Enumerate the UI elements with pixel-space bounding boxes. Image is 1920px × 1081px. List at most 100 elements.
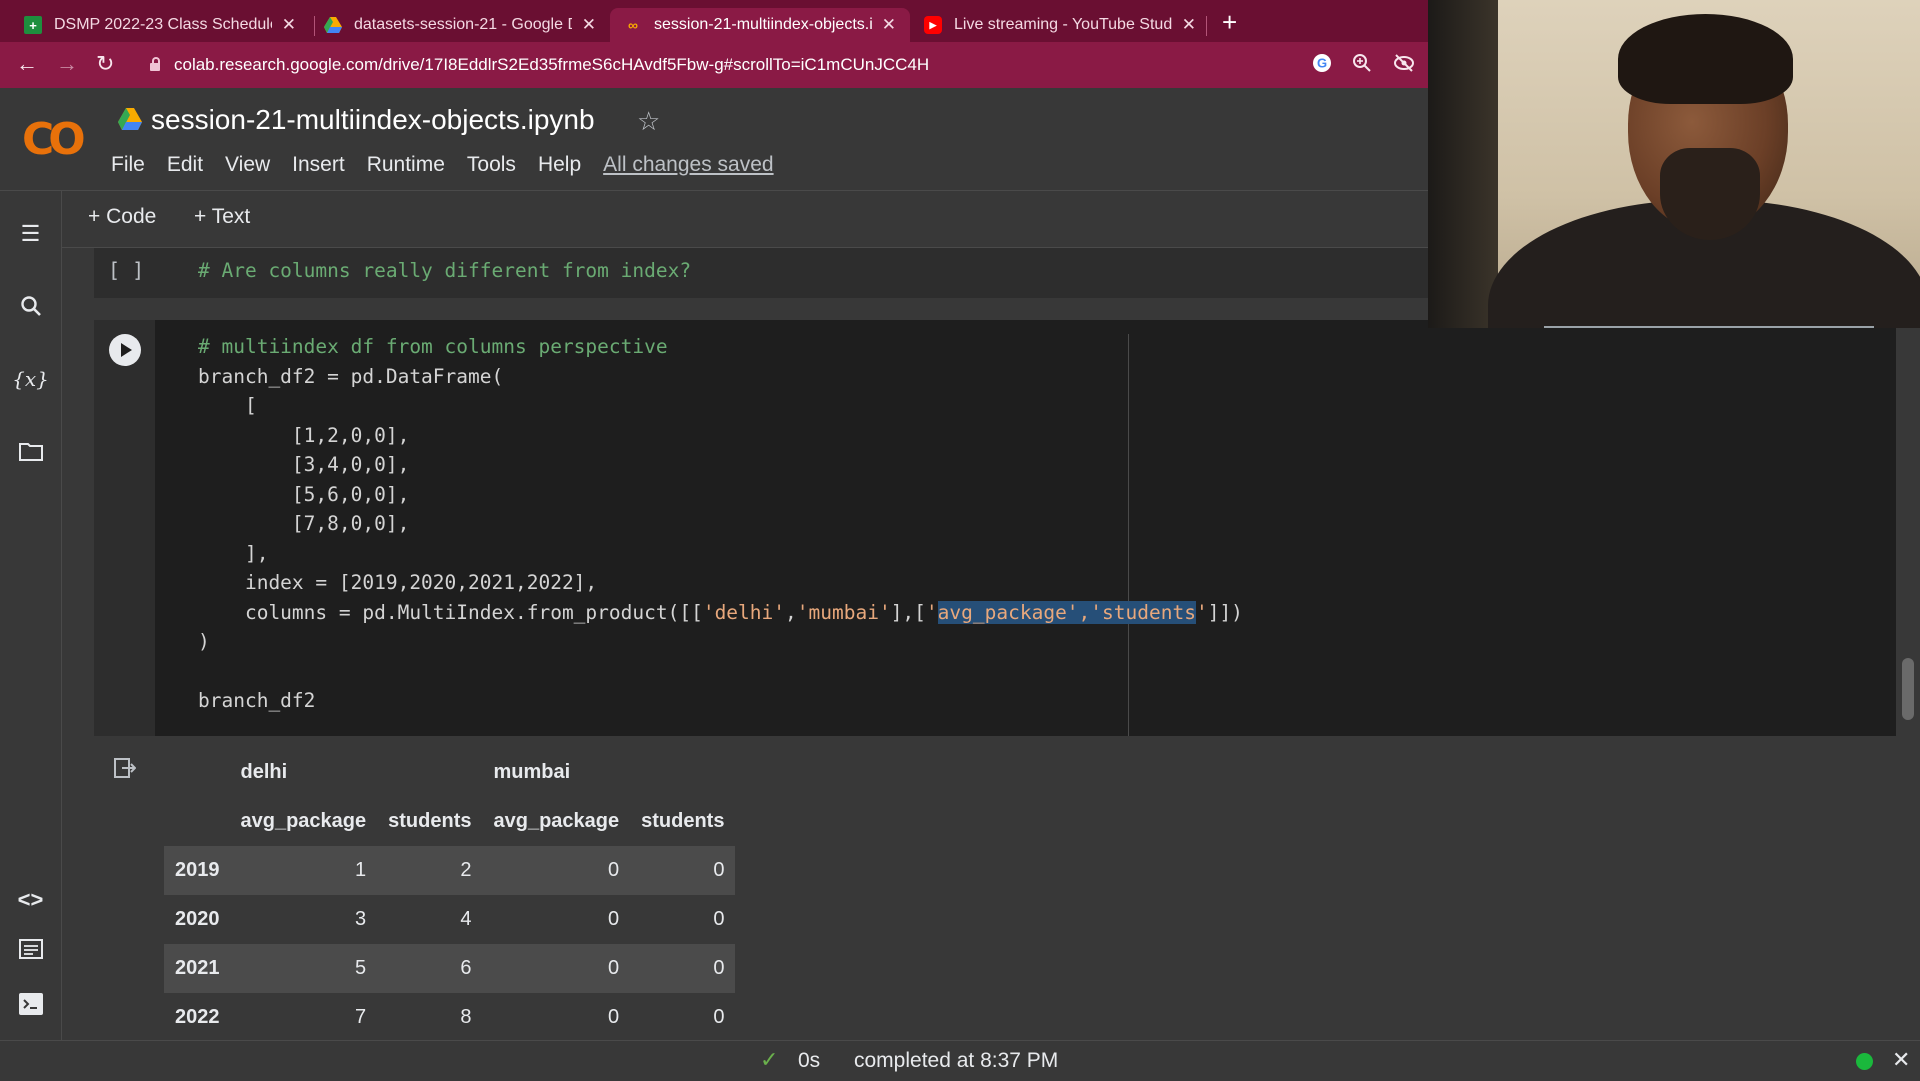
left-sidebar: ☰ {x} <> [0, 191, 62, 1040]
code-line: [1,2,0,0], [198, 423, 410, 447]
notebook-title[interactable]: session-21-multiindex-objects.ipynb [151, 104, 595, 136]
command-palette-icon[interactable] [0, 939, 61, 965]
tab-colab-notebook[interactable]: ∞ session-21-multiindex-objects.ip ✕ [610, 8, 910, 42]
column-header: avg_package [493, 810, 620, 832]
code-cell-multiindex-columns[interactable]: # multiindex df from columns perspective… [94, 320, 1896, 736]
close-tab-icon[interactable]: ✕ [582, 15, 596, 35]
table-cell: 7 [355, 1006, 367, 1028]
column-header-level-0: delhi mumbai [164, 748, 735, 797]
column-header-level-1: avg_package students avg_package student… [164, 797, 735, 846]
search-icon[interactable] [0, 295, 61, 323]
new-tab-button[interactable]: + [1222, 9, 1237, 35]
code-line: branch_df2 [198, 689, 316, 712]
code-line: # multiindex df from columns perspective [198, 335, 668, 358]
tab-label: datasets-session-21 - Google Dr [354, 16, 572, 33]
address-bar-row: ← → ↻ colab.research.google.com/drive/17… [0, 42, 1428, 88]
table-cell: 8 [460, 1006, 472, 1028]
code-punct: ],[ [890, 600, 926, 624]
tab-divider [1206, 16, 1207, 36]
back-arrow-icon[interactable]: ← [16, 52, 38, 76]
cell-run-bracket[interactable]: [ ] [108, 258, 144, 282]
star-icon[interactable]: ☆ [637, 106, 660, 137]
notebook-toolbar: + Code + Text [62, 191, 1428, 248]
code-line: [5,6,0,0], [198, 482, 410, 506]
webcam-divider [1544, 326, 1874, 328]
colab-header: CO session-21-multiindex-objects.ipynb ☆… [0, 88, 1428, 191]
table-row: 2022 7 8 0 0 [164, 993, 735, 1042]
table-cell: 0 [713, 908, 725, 930]
drive-icon[interactable] [118, 108, 142, 130]
cell-gutter [94, 320, 155, 736]
column-header [630, 748, 735, 797]
logo-text: CO [22, 114, 86, 165]
forward-arrow-icon[interactable]: → [56, 52, 78, 76]
row-index: 2022 [175, 1006, 220, 1028]
runtime-connected-indicator[interactable] [1856, 1053, 1873, 1070]
tab-datasets-drive[interactable]: datasets-session-21 - Google Dr ✕ [310, 8, 610, 42]
tab-label: DSMP 2022-23 Class Schedule - G [54, 16, 272, 33]
eye-off-icon[interactable] [1393, 53, 1415, 79]
table-cell: 0 [608, 957, 620, 979]
code-snippets-icon[interactable]: <> [0, 887, 61, 913]
output-actions-icon[interactable] [114, 758, 138, 780]
cell-code[interactable]: # Are columns really different from inde… [198, 256, 691, 286]
code-line: [3,4,0,0], [198, 453, 410, 476]
code-line: ], [198, 541, 269, 565]
menu-insert[interactable]: Insert [292, 153, 345, 177]
lock-icon [150, 57, 160, 71]
dataframe-output: delhi mumbai avg_package students avg_pa… [164, 748, 736, 1042]
code-punct: ]]) [1207, 600, 1243, 624]
column-header: students [388, 810, 472, 832]
table-row: 2020 3 4 0 0 [164, 895, 735, 944]
row-index: 2020 [175, 908, 220, 930]
close-tab-icon[interactable]: ✕ [282, 15, 296, 35]
code-line: columns = pd.MultiIndex.from_product([[ [198, 600, 703, 624]
code-line: branch_df2 = pd.DataFrame( [198, 364, 504, 388]
table-cell: 1 [355, 859, 367, 881]
google-lens-icon[interactable]: G [1312, 53, 1332, 79]
menu-tools[interactable]: Tools [467, 153, 516, 177]
add-code-button[interactable]: + Code [88, 205, 156, 229]
menu-edit[interactable]: Edit [167, 153, 203, 177]
table-cell: 2 [460, 859, 472, 881]
column-header: mumbai [493, 761, 571, 783]
table-cell: 0 [608, 859, 620, 881]
table-of-contents-icon[interactable]: ☰ [0, 221, 61, 247]
close-icon[interactable]: ✕ [1892, 1047, 1910, 1073]
menu-help[interactable]: Help [538, 153, 581, 177]
youtube-icon: ▶ [924, 16, 942, 34]
menu-view[interactable]: View [225, 153, 270, 177]
code-line: [ [198, 394, 257, 417]
tab-youtube-studio[interactable]: ▶ Live streaming - YouTube Studio ✕ [910, 8, 1210, 42]
corner-cell [164, 797, 230, 846]
variables-icon[interactable]: {x} [0, 367, 61, 391]
cell-code-editor[interactable]: # multiindex df from columns perspective… [198, 332, 1243, 716]
url-field[interactable]: colab.research.google.com/drive/17I8Eddl… [150, 50, 929, 80]
selected-text: avg_package','students [937, 600, 1196, 624]
add-text-button[interactable]: + Text [194, 205, 250, 229]
notebook-scrollbar[interactable] [1902, 658, 1914, 720]
colab-icon: ∞ [628, 17, 638, 33]
menu-runtime[interactable]: Runtime [367, 153, 445, 177]
save-status-link[interactable]: All changes saved [603, 153, 773, 177]
code-cell-columns-question[interactable]: [ ] # Are columns really different from … [94, 248, 1490, 298]
table-cell: 6 [460, 957, 472, 979]
close-tab-icon[interactable]: ✕ [1182, 15, 1196, 35]
folder-icon[interactable] [0, 441, 61, 467]
execution-status[interactable]: completed at 8:37 PM [854, 1049, 1058, 1073]
run-cell-button[interactable] [109, 334, 141, 366]
reload-icon[interactable]: ↻ [96, 52, 114, 76]
menu-file[interactable]: File [111, 153, 145, 177]
corner-cell [164, 748, 230, 797]
colab-logo[interactable]: CO [22, 114, 86, 165]
row-index: 2021 [175, 957, 220, 979]
code-string: ' [1195, 600, 1208, 624]
tab-class-schedule[interactable]: + DSMP 2022-23 Class Schedule - G ✕ [10, 8, 310, 42]
code-string: 'delhi' [702, 600, 786, 624]
terminal-icon[interactable] [0, 993, 61, 1021]
zoom-icon[interactable] [1352, 53, 1372, 79]
code-punct: , [785, 600, 797, 624]
table-cell: 0 [608, 908, 620, 930]
column-header: avg_package [240, 810, 367, 832]
close-tab-icon[interactable]: ✕ [882, 15, 896, 35]
